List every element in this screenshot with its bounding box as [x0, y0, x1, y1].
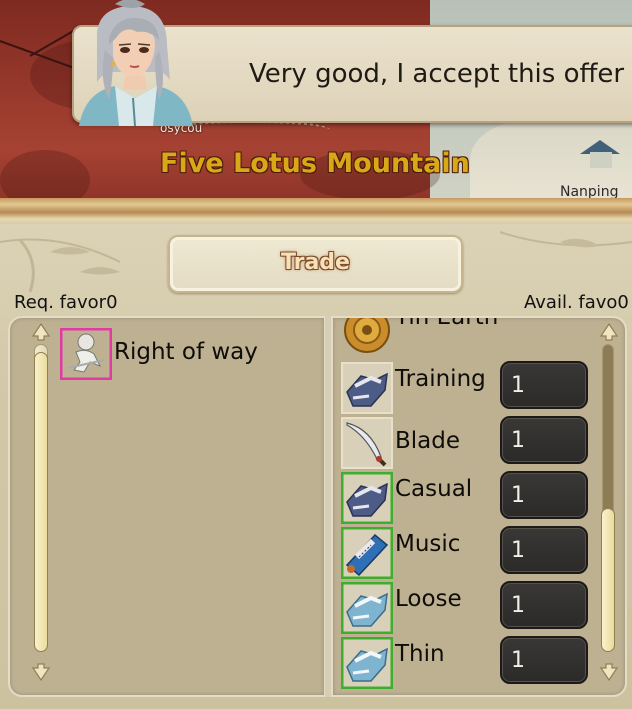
- inventory-item-casual[interactable]: [340, 471, 394, 525]
- quantity-field[interactable]: 1: [500, 416, 588, 464]
- quantity-field[interactable]: 1: [500, 526, 588, 574]
- inventory-item-thin[interactable]: [340, 636, 394, 690]
- quantity-field[interactable]: 1: [500, 636, 588, 684]
- available-favor-value: 0: [617, 292, 629, 313]
- quantity-field[interactable]: 1: [500, 581, 588, 629]
- clothing-icon: [340, 471, 394, 525]
- required-favor: Req. favor0: [14, 292, 118, 313]
- quantity-field[interactable]: 1: [500, 361, 588, 409]
- left-scroll-down-arrow-icon[interactable]: [31, 662, 51, 682]
- inventory-item-label: Thin: [395, 641, 445, 667]
- quantity-field[interactable]: 1: [500, 471, 588, 519]
- inventory-item-blade[interactable]: [341, 417, 393, 469]
- offered-item-label: Right of way: [114, 339, 258, 365]
- quantity-value: 1: [511, 648, 525, 673]
- offered-items-list[interactable]: [8, 316, 326, 697]
- inventory-item-label: Music: [395, 531, 461, 557]
- location-label: Five Lotus Mountain: [160, 148, 470, 179]
- clothing-light-icon: [340, 581, 394, 635]
- quantity-value: 1: [511, 538, 525, 563]
- inventory-item-loose[interactable]: [340, 581, 394, 635]
- scroll-icon: [340, 526, 394, 580]
- coin-icon: [344, 318, 390, 353]
- inventory-item-label: Training: [395, 366, 486, 392]
- trade-title-box: Trade: [168, 235, 463, 293]
- right-scroll-down-arrow-icon[interactable]: [599, 662, 619, 682]
- quantity-value: 1: [511, 428, 525, 453]
- required-favor-value: 0: [106, 292, 118, 313]
- inventory-item-music[interactable]: [340, 526, 394, 580]
- inventory-item-label: Casual: [395, 476, 473, 502]
- right-scroll-up-arrow-icon[interactable]: [599, 322, 619, 342]
- available-favor: Avail. favo0: [524, 292, 629, 313]
- quantity-value: 1: [511, 593, 525, 618]
- clothing-icon: [341, 362, 393, 414]
- inventory-item-label: Loose: [395, 586, 462, 612]
- dialogue-text: Very good, I accept this offer: [249, 59, 625, 89]
- right-scroll-thumb[interactable]: [601, 508, 615, 652]
- left-scroll-up-arrow-icon[interactable]: [31, 322, 51, 342]
- inventory-item-training[interactable]: [341, 362, 393, 414]
- trade-title: Trade: [281, 250, 350, 275]
- clothing-light-icon: [340, 636, 394, 690]
- saber-icon: [341, 417, 393, 469]
- inventory-row-clipped: Tin Earth: [331, 318, 627, 360]
- left-scroll-thumb[interactable]: [34, 352, 48, 652]
- quantity-value: 1: [511, 373, 525, 398]
- quantity-value: 1: [511, 483, 525, 508]
- required-favor-label: Req. favor: [14, 292, 107, 313]
- panel-top-border: [0, 198, 632, 224]
- available-favor-label: Avail. favo: [524, 292, 618, 313]
- inventory-item-label: Blade: [395, 428, 461, 454]
- offered-item-right-of-way[interactable]: [59, 327, 113, 381]
- inventory-item-label: Tin Earth: [395, 318, 498, 330]
- skill-figure-icon: [59, 327, 113, 381]
- npc-portrait: [79, 0, 193, 126]
